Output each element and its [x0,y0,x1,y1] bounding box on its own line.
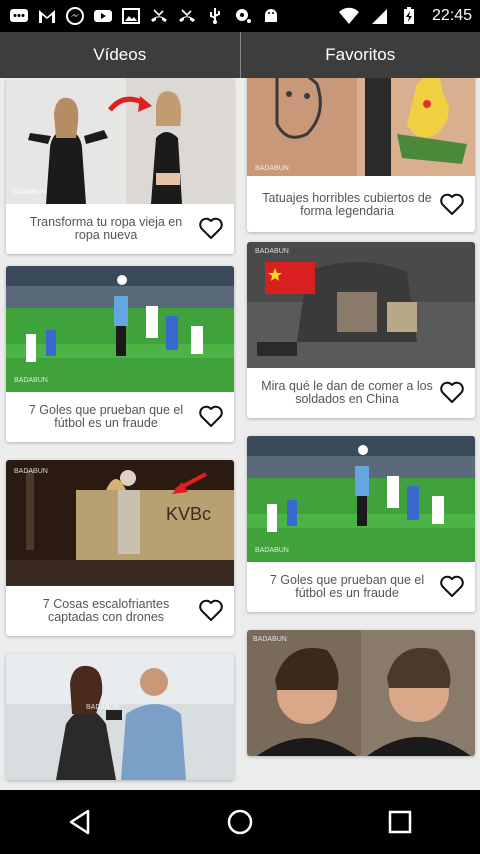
tab-favoritos[interactable]: Favoritos [241,32,480,78]
video-thumbnail[interactable]: BADABUN [6,78,234,204]
favorite-heart-icon[interactable] [439,380,465,404]
android-icon [260,7,282,25]
favorite-heart-icon[interactable] [439,192,465,216]
missed-call-icon [148,7,170,25]
watermark: BADABUN [12,189,46,196]
video-title: Mira qué le dan de comer a los soldados … [261,379,433,406]
video-card[interactable]: BADABUN 7 Goles que prueban que el fútbo… [247,436,475,612]
favorite-heart-icon[interactable] [198,598,224,622]
video-title: 7 Goles que prueban que el fútbol es un … [269,573,425,600]
favorite-heart-icon[interactable] [439,574,465,598]
watermark: BADABUN [14,468,48,475]
video-thumbnail[interactable]: BADABUN [247,78,475,180]
signal-icon [368,7,390,25]
video-thumbnail[interactable]: BADABUN [247,630,475,756]
clock: 22:45 [431,7,472,24]
video-card[interactable]: BADABUN Transforma tu ropa vieja en ropa… [6,78,234,254]
tab-bar: Vídeos Favoritos [0,32,480,78]
video-thumbnail[interactable]: BADABUN [6,654,234,780]
status-bar: 22:45 [0,0,480,32]
tab-videos[interactable]: Vídeos [0,32,241,78]
watermark: BADABUN [14,377,48,384]
video-card[interactable]: BADABUN Tatuajes horribles cubiertos de … [247,78,475,232]
watermark: BADABUN [255,547,289,554]
video-card[interactable]: BADABUN 7 Goles que prueban que el fútbo… [6,266,234,442]
recents-button[interactable] [370,797,430,847]
video-title: Transforma tu ropa vieja en ropa nueva [29,215,183,242]
watermark: BADABUN [255,248,289,255]
video-title: Tatuajes horribles cubiertos de forma le… [262,191,432,218]
video-thumbnail[interactable]: BADABUN [6,266,234,392]
youtube-icon [92,7,114,25]
back-button[interactable] [50,797,110,847]
video-grid: BADABUN Transforma tu ropa vieja en ropa… [0,78,480,790]
watermark: BADABUN [255,165,289,172]
missed-call-icon [176,7,198,25]
video-card[interactable]: BADABUN [6,654,234,780]
video-card[interactable]: BADABUN [247,630,475,756]
home-icon [227,809,253,835]
find-icon [232,7,254,25]
battery-charging-icon [398,7,420,25]
chat-icon [8,7,30,25]
home-button[interactable] [210,797,270,847]
svg-text:KVBc: KVBc [166,504,211,524]
messenger-icon [64,7,86,25]
video-card[interactable]: KVBc BADABUN 7 Cosas escalofriantes capt… [6,460,234,636]
video-thumbnail[interactable]: KVBc BADABUN [6,460,234,586]
usb-icon [204,7,226,25]
recents-icon [388,810,412,834]
video-thumbnail[interactable]: BADABUN [247,436,475,562]
video-title: 7 Cosas escalofriantes captadas con dron… [42,597,170,624]
gmail-icon [36,7,58,25]
back-icon [69,809,90,835]
video-card[interactable]: BADABUN Mira qué le dan de comer a los s… [247,242,475,418]
favorite-heart-icon[interactable] [198,216,224,240]
watermark: BADABUN [86,704,120,711]
video-thumbnail[interactable]: BADABUN [247,242,475,368]
favorite-heart-icon[interactable] [198,404,224,428]
watermark: BADABUN [253,636,287,643]
video-title: 7 Goles que prueban que el fútbol es un … [28,403,184,430]
navigation-bar [0,790,480,854]
notification-icons [8,7,338,25]
wifi-icon [338,7,360,25]
image-icon [120,7,142,25]
